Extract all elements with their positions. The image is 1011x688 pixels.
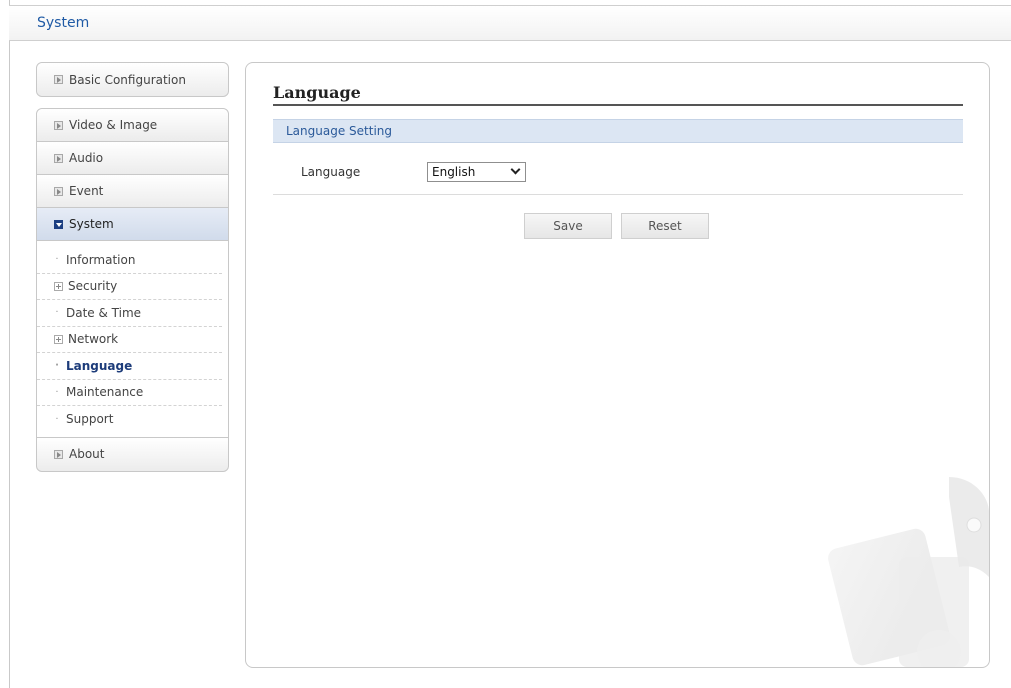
sidebar: Basic Configuration Video & Image Audio …	[36, 62, 229, 472]
sidebar-item-label: Network	[68, 332, 119, 347]
expand-arrow-icon	[54, 449, 63, 459]
expand-arrow-icon	[54, 75, 63, 84]
window-frame	[9, 0, 10, 688]
sidebar-item-network[interactable]: Network	[37, 327, 222, 353]
page-title: System	[37, 15, 90, 31]
nav-group-main: Video & Image Audio Event System · Infor…	[36, 108, 229, 472]
top-header-bar: System	[9, 5, 1011, 41]
chevron-down-icon	[510, 164, 521, 175]
reset-button[interactable]: Reset	[621, 213, 709, 239]
nav-label: About	[69, 447, 105, 461]
nav-group-basic: Basic Configuration	[36, 62, 229, 97]
nav-event[interactable]: Event	[37, 175, 228, 208]
nav-about[interactable]: About	[37, 437, 228, 471]
system-submenu: · Information Security · Date & Time Net…	[37, 241, 228, 438]
sidebar-item-label: Information	[66, 252, 136, 267]
nav-audio[interactable]: Audio	[37, 142, 228, 175]
nav-label: Basic Configuration	[69, 72, 186, 87]
expand-arrow-icon	[54, 120, 63, 130]
sidebar-item-maintenance[interactable]: · Maintenance	[37, 380, 222, 406]
sidebar-item-information[interactable]: · Information	[37, 247, 222, 274]
expand-plus-icon[interactable]	[54, 281, 63, 291]
bullet-icon: ·	[55, 386, 59, 398]
sidebar-item-label: Security	[68, 279, 118, 294]
nav-system[interactable]: System	[37, 208, 228, 241]
save-button[interactable]: Save	[524, 213, 612, 239]
collapse-arrow-icon	[54, 219, 63, 229]
tools-watermark-icon	[828, 477, 989, 667]
language-select[interactable]: English	[427, 162, 526, 182]
sidebar-item-label: Language	[66, 358, 133, 373]
language-setting-header: Language Setting	[273, 119, 963, 143]
bullet-icon: ·	[55, 360, 59, 372]
expand-arrow-icon	[54, 153, 63, 163]
language-select-value: English	[432, 165, 476, 179]
sidebar-item-support[interactable]: · Support	[37, 406, 222, 433]
sidebar-item-date-time[interactable]: · Date & Time	[37, 300, 222, 327]
nav-label: Audio	[69, 151, 104, 165]
section-title: Language	[273, 83, 963, 106]
bullet-icon: ·	[55, 413, 59, 425]
nav-basic-configuration[interactable]: Basic Configuration	[37, 63, 228, 96]
language-field-label: Language	[301, 165, 361, 179]
nav-label: Video & Image	[69, 118, 158, 132]
sidebar-item-language[interactable]: · Language	[37, 353, 222, 380]
sidebar-item-label: Support	[66, 412, 114, 427]
expand-plus-icon[interactable]	[54, 334, 63, 344]
expand-arrow-icon	[54, 186, 63, 196]
nav-label: Event	[69, 184, 104, 198]
sidebar-item-security[interactable]: Security	[37, 274, 222, 300]
divider	[273, 194, 963, 195]
sidebar-item-label: Maintenance	[66, 385, 144, 400]
sidebar-item-label: Date & Time	[66, 305, 142, 320]
nav-video-image[interactable]: Video & Image	[37, 109, 228, 142]
nav-label: System	[69, 217, 114, 231]
bullet-icon: ·	[55, 254, 59, 266]
bullet-icon: ·	[55, 307, 59, 319]
content-panel: Language Language Setting Language Engli…	[245, 62, 990, 668]
